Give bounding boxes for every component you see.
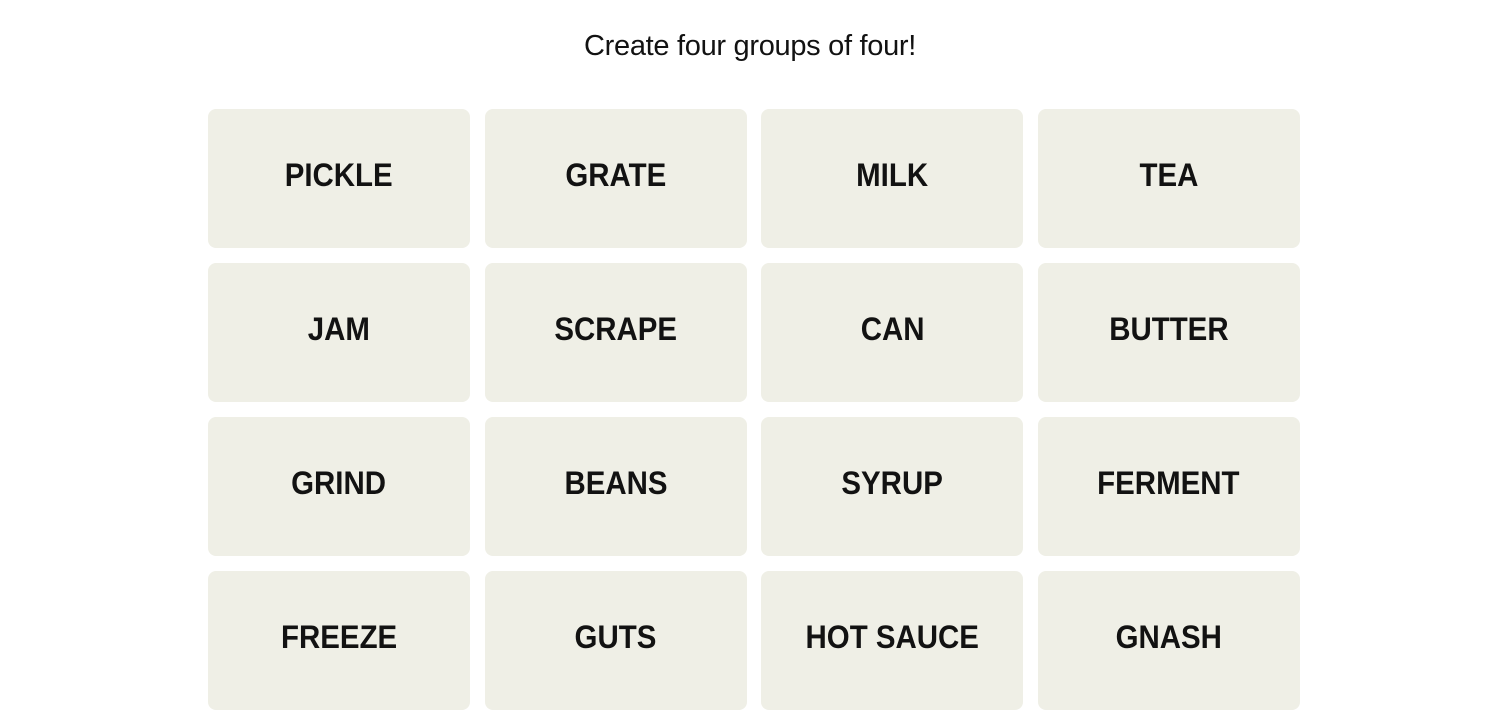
word-tile-label: MILK [856,157,929,193]
word-tile-label: FERMENT [1097,465,1240,501]
word-tile[interactable]: GUTS [484,571,747,710]
word-tile-label: SYRUP [841,465,943,501]
word-tile-label: BEANS [564,465,668,501]
word-tile-label: GRATE [565,157,667,193]
word-tile[interactable]: GRATE [484,109,747,248]
word-tile[interactable]: HOT SAUCE [761,571,1024,710]
word-tile-label: BUTTER [1109,311,1229,347]
word-tile[interactable]: PICKLE [208,109,470,248]
word-tile-label: CAN [860,311,925,347]
word-tile[interactable]: BEANS [484,417,747,556]
word-grid: PICKLE GRATE MILK TEA JAM SCRAPE CAN BUT… [208,109,1300,710]
word-tile[interactable]: SCRAPE [484,263,747,402]
word-tile[interactable]: FREEZE [208,571,470,710]
word-tile-label: GUTS [574,619,657,655]
word-tile[interactable]: BUTTER [1037,263,1300,402]
word-tile[interactable]: GNASH [1037,571,1300,710]
word-tile[interactable]: CAN [761,263,1024,402]
word-tile[interactable]: MILK [761,109,1024,248]
word-tile[interactable]: GRIND [208,417,470,556]
word-tile-label: JAM [307,311,371,347]
word-tile-label: GNASH [1115,619,1222,655]
word-tile[interactable]: SYRUP [761,417,1024,556]
word-tile-label: SCRAPE [554,311,677,347]
word-tile[interactable]: FERMENT [1037,417,1300,556]
word-tile[interactable]: JAM [208,263,470,402]
word-tile-label: PICKLE [285,157,393,193]
word-tile-label: FREEZE [280,619,398,655]
word-tile-label: TEA [1139,157,1199,193]
word-tile-label: HOT SAUCE [805,619,979,655]
word-tile[interactable]: TEA [1037,109,1300,248]
word-tile-label: GRIND [291,465,387,501]
instructions-heading: Create four groups of four! [583,30,917,62]
